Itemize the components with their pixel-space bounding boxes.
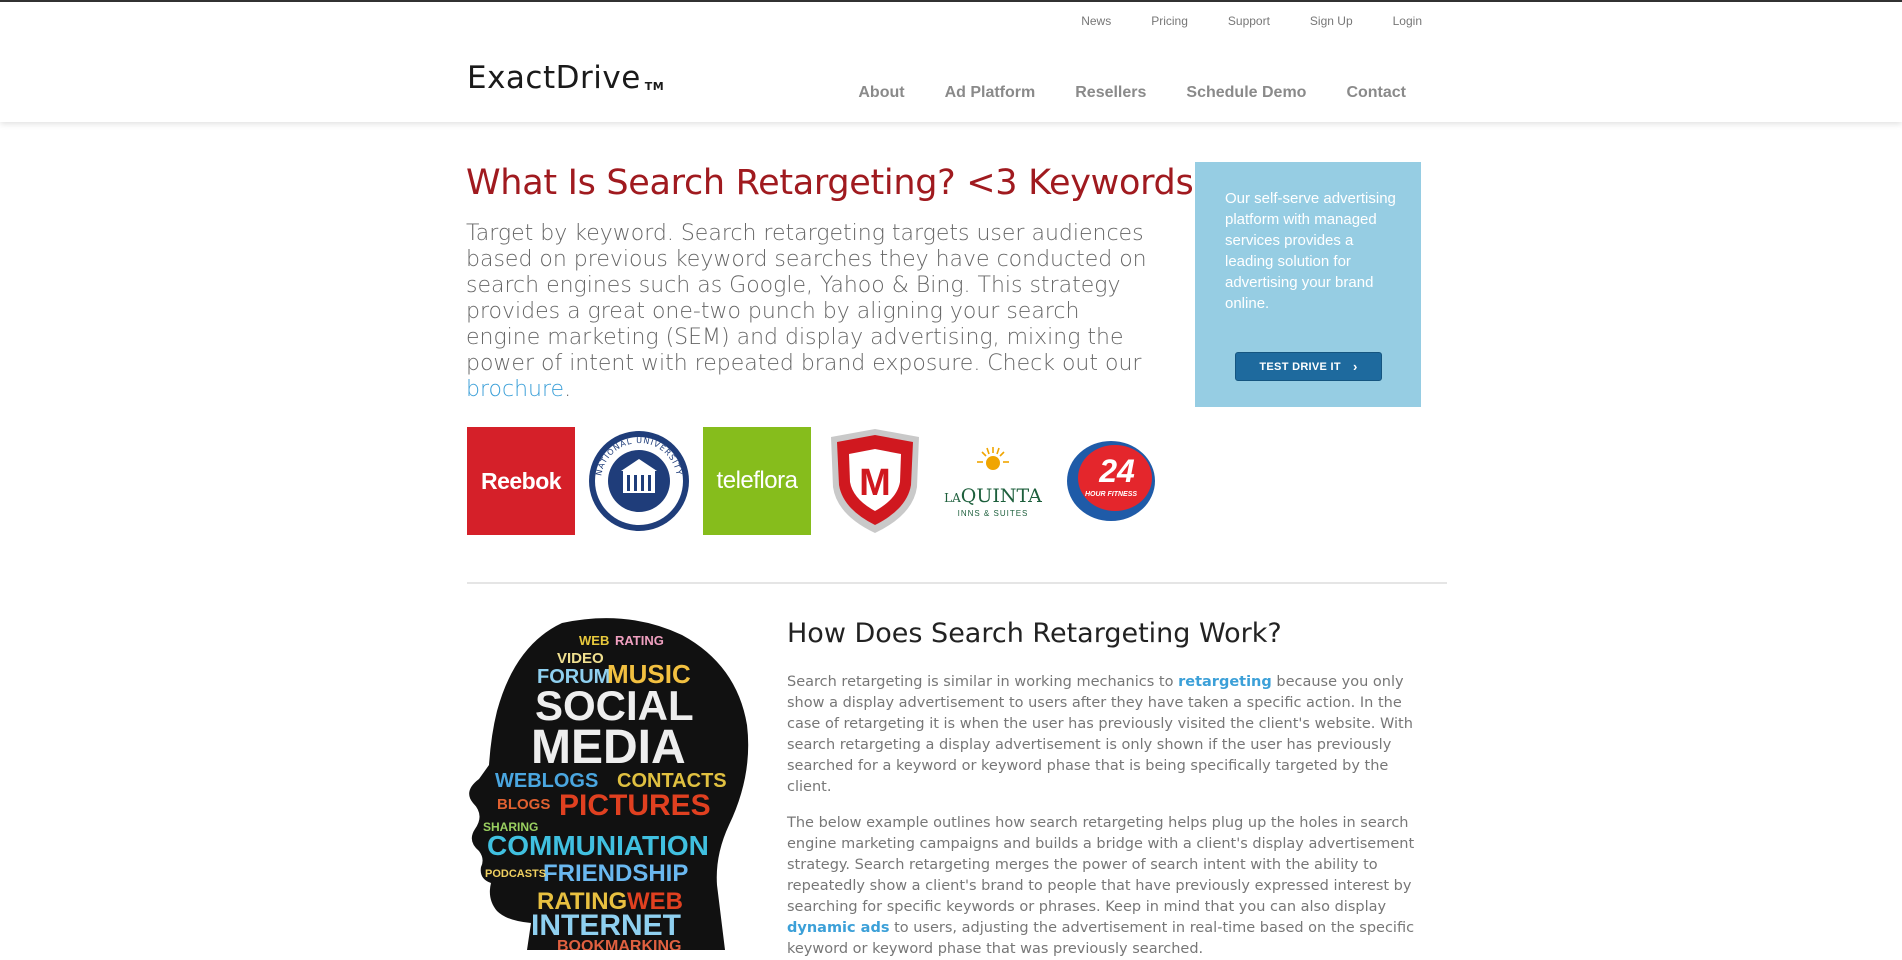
head-word: VIDEO [557,650,604,667]
brochure-link[interactable]: brochure [466,377,564,402]
24-hour-fitness-logo: 24 HOUR FITNESS [1057,427,1165,535]
section-paragraph-2: The below example outlines how search re… [787,813,1427,960]
section-title: How Does Search Retargeting Work? [787,618,1282,649]
head-word: FRIENDSHIP [543,860,688,887]
social-media-head-image: WEB RATING VIDEO FORUM MUSIC SOCIAL MEDI… [467,615,757,955]
paragraph-1-text-a: Search retargeting is similar in working… [787,674,1179,690]
24-hour-fitness-icon: 24 HOUR FITNESS [1067,441,1155,521]
sun-icon [977,446,1009,470]
laquinta-logo-name: QUINTA [960,484,1042,507]
head-silhouette-icon: WEB RATING VIDEO FORUM MUSIC SOCIAL MEDI… [469,618,749,955]
laquinta-logo-prefix: LA [944,490,961,505]
utility-link-support[interactable]: Support [1228,14,1270,28]
paragraph-2-text-a: The below example outlines how search re… [787,815,1415,915]
teleflora-logo-text: teleflora [716,467,798,494]
nav-ad-platform[interactable]: Ad Platform [945,84,1036,102]
mcafee-logo: M [821,427,929,535]
reebok-logo: Reebok [467,427,575,535]
utility-link-login[interactable]: Login [1393,14,1422,28]
utility-link-signup[interactable]: Sign Up [1310,14,1353,28]
client-logos: Reebok NATIONAL UNIVERSITY teleflora M L… [467,427,1165,535]
retargeting-link[interactable]: retargeting [1178,674,1272,690]
intro-paragraph: Target by keyword. Search retargeting ta… [466,221,1156,403]
test-drive-button[interactable]: TEST DRIVE IT › [1235,352,1382,381]
intro-end: . [564,377,572,402]
section-divider [467,582,1447,584]
promo-text: Our self-serve advertising platform with… [1225,190,1396,312]
page-title: What Is Search Retargeting? <3 Keywords. [466,163,1205,203]
logo-text: ExactDrive [467,60,641,96]
nav-contact[interactable]: Contact [1346,84,1406,102]
site-header: ExactDrive TM News Pricing Support Sign U… [0,2,1902,122]
head-word: BOOKMARKING [557,938,681,950]
intro-text: Target by keyword. Search retargeting ta… [466,221,1147,376]
head-word: PICTURES [559,789,711,822]
head-word: PODCASTS [485,868,546,880]
chevron-right-icon: › [1352,359,1358,374]
nav-resellers[interactable]: Resellers [1075,84,1146,102]
reebok-logo-text: Reebok [480,467,562,494]
head-word: RATING [615,633,664,648]
logo-tm: TM [644,80,665,93]
utility-nav: News Pricing Support Sign Up Login [1081,14,1422,28]
test-drive-label: TEST DRIVE IT [1259,360,1341,373]
head-word: WEB [579,633,609,648]
nav-schedule-demo[interactable]: Schedule Demo [1186,84,1306,102]
fitness-logo-text: HOUR FITNESS [1085,491,1137,498]
laquinta-logo-text: LAQUINTA [944,485,1042,507]
head-word: COMMUNIATION [487,830,709,861]
main-nav: About Ad Platform Resellers Schedule Dem… [858,84,1406,102]
dynamic-ads-link[interactable]: dynamic ads [787,920,889,936]
nav-about[interactable]: About [858,84,904,102]
laquinta-logo-sub: INNS & SUITES [957,508,1029,518]
head-word: MEDIA [531,721,686,774]
fitness-logo-number: 24 [1098,453,1135,489]
promo-box: Our self-serve advertising platform with… [1195,162,1421,407]
logo[interactable]: ExactDrive TM [467,60,664,96]
mcafee-shield-icon: M [831,429,919,533]
mcafee-logo-text: M [859,462,891,504]
utility-link-pricing[interactable]: Pricing [1151,14,1188,28]
utility-link-news[interactable]: News [1081,14,1111,28]
section-paragraph-1: Search retargeting is similar in working… [787,672,1427,798]
head-word: BLOGS [497,796,550,813]
national-university-logo: NATIONAL UNIVERSITY [585,427,693,535]
teleflora-logo: teleflora [703,427,811,535]
paragraph-1-text-b: because you only show a display advertis… [787,674,1413,795]
national-university-seal-icon: NATIONAL UNIVERSITY [589,431,689,531]
laquinta-logo: LAQUINTA INNS & SUITES [939,427,1047,535]
